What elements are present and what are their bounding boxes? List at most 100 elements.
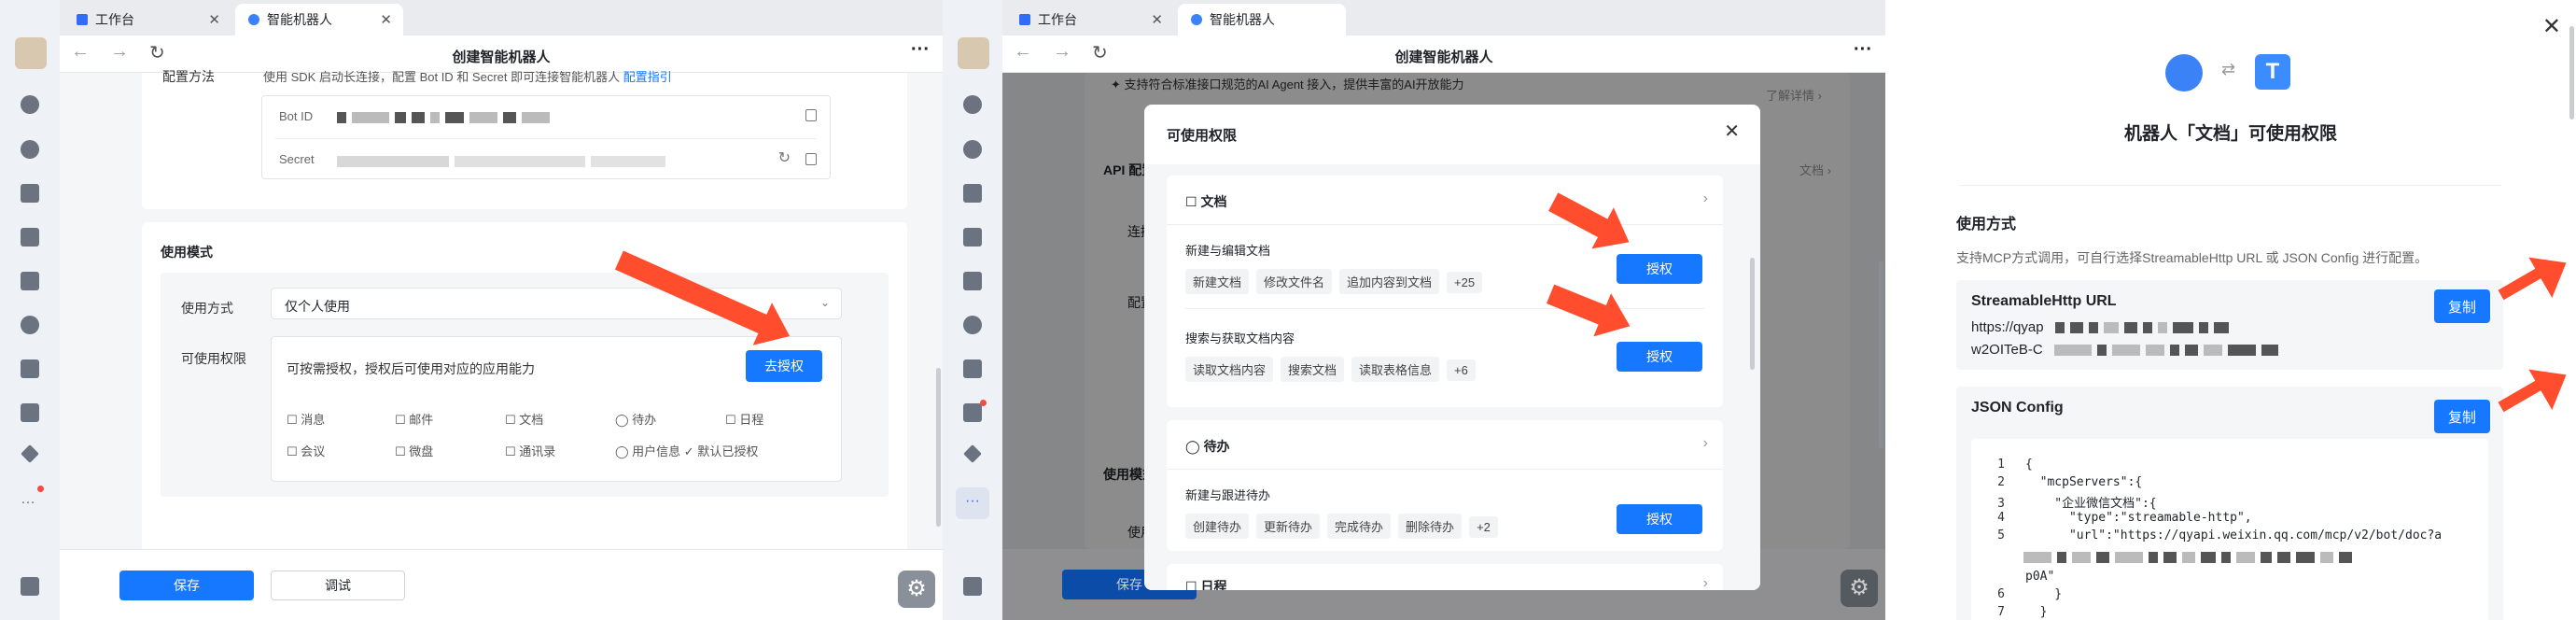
perm-label: 可使用权限	[181, 351, 246, 366]
chip-list: 新建文档 修改文件名 追加内容到文档 +25	[1185, 269, 1490, 294]
more-menu-icon[interactable]: ···	[911, 39, 930, 61]
mode-section-title: 使用模式	[161, 245, 213, 260]
meeting-icon[interactable]	[21, 403, 39, 422]
chip-more[interactable]: +2	[1469, 516, 1498, 538]
todo-icon[interactable]	[21, 316, 39, 334]
chip: 搜索文档	[1281, 357, 1345, 382]
perm-desc: 可按需授权，授权后可使用对应的应用能力	[287, 361, 535, 376]
meeting-icon[interactable]	[963, 403, 982, 422]
close-icon[interactable]: ✕	[208, 11, 220, 28]
copy-icon[interactable]	[805, 153, 817, 165]
chevron-right-icon[interactable]: ›	[1703, 435, 1708, 452]
perm-mail: ☐ 邮件	[395, 413, 434, 427]
drawer-scrollbar[interactable]	[2569, 26, 2574, 120]
chat-icon[interactable]	[963, 140, 982, 159]
chat-icon[interactable]	[21, 140, 39, 159]
debug-button[interactable]: 调试	[271, 571, 405, 600]
ai-sparkle-icon[interactable]	[21, 444, 39, 463]
config-guide-link[interactable]: 配置指引	[623, 70, 672, 84]
copy-icon[interactable]	[805, 109, 817, 121]
doc-icon[interactable]	[963, 228, 982, 247]
usage-desc: 支持MCP方式调用，可自行选择StreamableHttp URL 或 JSON…	[1956, 250, 2429, 265]
section-todo-title[interactable]: ◯ 待办	[1185, 437, 1230, 456]
modal-body: ☐ 文档 › 新建与编辑文档 新建文档 修改文件名 追加内容到文档 +25 授权 搜索…	[1144, 164, 1760, 590]
apps-icon[interactable]	[963, 577, 982, 596]
panel-left: … 工作台 ✕ 智能机器人 ✕ ← → ↻ 创建智能机器人 ··· 配置方法 使…	[0, 0, 943, 620]
more-icon[interactable]: …	[21, 491, 39, 507]
close-icon[interactable]: ✕	[1724, 120, 1740, 143]
grid-icon	[77, 14, 88, 25]
close-icon[interactable]: ✕	[1151, 11, 1163, 28]
tab-label: 智能机器人	[267, 12, 332, 27]
section-calendar-title[interactable]: ☐ 日程	[1185, 577, 1226, 590]
settings-gear-icon[interactable]: ⚙	[898, 571, 935, 608]
arrow-annotation	[2498, 263, 2549, 301]
page-scrollbar[interactable]	[1879, 261, 1883, 448]
chevron-right-icon[interactable]: ›	[1703, 190, 1708, 207]
mode-select-value: 仅个人使用	[285, 299, 350, 314]
code-line: 2 "mcpServers":{	[1997, 475, 2143, 489]
tab-workbench[interactable]: 工作台 ✕	[1006, 4, 1174, 35]
chip-more[interactable]: +6	[1447, 359, 1476, 381]
code-block: 1{ 2 "mcpServers":{ 3 "企业微信文档":{ 4 "type…	[1971, 439, 2488, 620]
section-todo: ◯ 待办 › 新建与跟进待办 创建待办 更新待办 完成待办 删除待办 +2 授权	[1167, 420, 1723, 551]
app-sidebar: ···	[943, 0, 1002, 620]
scrollbar[interactable]	[936, 368, 941, 527]
message-icon[interactable]	[963, 95, 982, 114]
settings-gear-icon[interactable]: ⚙	[1841, 570, 1878, 607]
chip-more[interactable]: +25	[1447, 272, 1483, 293]
drive-icon[interactable]	[21, 359, 39, 378]
redacted-code	[2023, 549, 2358, 566]
secret-label: Secret	[279, 152, 315, 166]
avatar[interactable]	[15, 37, 47, 69]
save-button[interactable]: 保存	[119, 571, 254, 600]
code-line: 4 "type":"streamable-http",	[1997, 511, 2252, 525]
perm-doc: ☐ 文档	[505, 413, 544, 427]
close-icon[interactable]: ✕	[380, 11, 392, 28]
tab-bar: 工作台 ✕ 智能机器人	[1002, 0, 1885, 35]
group-title: 搜索与获取文档内容	[1185, 331, 1295, 345]
bot-icon	[1191, 14, 1202, 25]
todo-icon[interactable]	[963, 316, 982, 334]
chevron-right-icon[interactable]: ›	[1703, 575, 1708, 590]
chip: 删除待办	[1398, 514, 1463, 539]
mail-icon[interactable]	[21, 184, 39, 203]
code-line: 1{	[1997, 458, 2033, 472]
bot-id-value	[337, 109, 555, 126]
credentials-box: Bot ID Secret ↻	[261, 95, 831, 179]
section-doc-title[interactable]: ☐ 文档	[1185, 192, 1226, 211]
calendar-icon[interactable]	[963, 272, 982, 290]
swap-icon: ⇄	[2221, 60, 2236, 78]
authorize-button[interactable]: 授权	[1617, 504, 1702, 534]
copy-json-button[interactable]: 复制	[2434, 400, 2490, 433]
mail-icon[interactable]	[963, 184, 982, 203]
calendar-icon[interactable]	[21, 272, 39, 290]
tab-workbench[interactable]: 工作台 ✕	[63, 4, 231, 35]
authorize-button[interactable]: 授权	[1617, 342, 1702, 372]
refresh-secret-icon[interactable]: ↻	[778, 148, 791, 167]
message-icon[interactable]	[21, 95, 39, 114]
divider	[1167, 469, 1723, 470]
ai-sparkle-icon[interactable]	[963, 444, 982, 463]
apps-icon[interactable]	[21, 577, 39, 596]
bot-icon	[248, 14, 259, 25]
chip: 读取表格信息	[1351, 357, 1440, 382]
usage-title: 使用方式	[1956, 217, 2017, 232]
config-desc: 使用 SDK 启动长连接，配置 Bot ID 和 Secret 即可连接智能机器…	[263, 67, 672, 85]
modal-scrollbar[interactable]	[1750, 258, 1755, 370]
more-icon[interactable]: ···	[956, 487, 989, 519]
avatar[interactable]	[958, 37, 989, 69]
panel-right: ✕ ⇄ T 机器人「文档」可使用权限 使用方式 支持MCP方式调用，可自行选择S…	[1885, 0, 2576, 620]
chevron-down-icon: ⌄	[819, 296, 830, 309]
close-icon[interactable]: ✕	[2542, 13, 2561, 40]
tab-smart-bot[interactable]: 智能机器人 ✕	[235, 4, 403, 35]
tab-smart-bot[interactable]: 智能机器人	[1178, 4, 1346, 35]
authorize-button[interactable]: 授权	[1617, 254, 1702, 284]
more-menu-icon[interactable]: ···	[1854, 39, 1872, 61]
drawer-title: 机器人「文档」可使用权限	[2123, 124, 2337, 144]
copy-url-button[interactable]: 复制	[2434, 289, 2490, 323]
doc-icon[interactable]	[21, 228, 39, 247]
go-authorize-button[interactable]: 去授权	[746, 350, 822, 382]
perm-message: ☐ 消息	[287, 413, 326, 427]
drive-icon[interactable]	[963, 359, 982, 378]
